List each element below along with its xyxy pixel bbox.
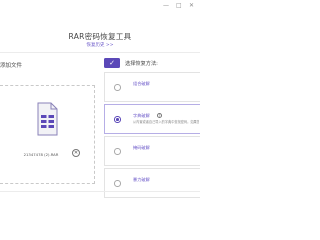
radio-button-selected[interactable] — [114, 116, 121, 123]
recovery-history-link[interactable]: 恢复历史 >> — [0, 42, 200, 48]
method-option-combination[interactable]: 组合破解 — [104, 72, 200, 102]
radio-button[interactable] — [114, 180, 121, 187]
method-option-dictionary[interactable]: 字典破解 ? 从内置或者自己导入的字典中查找密码。如果您记得密码 — [104, 104, 200, 134]
method-description: 从内置或者自己导入的字典中查找密码。如果您记得密码 — [133, 120, 199, 124]
radio-button[interactable] — [114, 84, 121, 91]
footer-divider — [0, 191, 200, 192]
method-option-brute-force[interactable]: 暴力破解 — [104, 168, 200, 198]
minimize-button[interactable]: — — [163, 3, 169, 9]
method-label: 掩码破解 — [133, 145, 150, 150]
file-drop-area[interactable]: 21347478 (2).RAR ✕ — [0, 85, 95, 184]
header-divider — [0, 52, 200, 53]
add-file-label: 添加文件 — [0, 63, 23, 69]
method-option-mask[interactable]: 掩码破解 — [104, 136, 200, 166]
rar-file-icon — [36, 102, 58, 140]
check-icon: ✓ — [104, 58, 120, 68]
remove-file-icon[interactable]: ✕ — [72, 149, 80, 157]
close-button[interactable]: ✕ — [189, 3, 194, 9]
method-section-title: 选择恢复方法: — [125, 61, 158, 67]
app-title: RAR密码恢复工具 — [68, 32, 132, 41]
help-icon[interactable]: ? — [157, 112, 162, 118]
maximize-button[interactable]: □ — [176, 3, 182, 9]
method-header: ✓ 选择恢复方法: — [104, 58, 200, 68]
file-name: 21347478 (2).RAR — [23, 152, 59, 157]
radio-button[interactable] — [114, 148, 121, 155]
method-label: 组合破解 — [133, 81, 150, 86]
window-titlebar: — □ ✕ — [0, 0, 200, 22]
method-label: 暴力破解 — [133, 177, 150, 182]
